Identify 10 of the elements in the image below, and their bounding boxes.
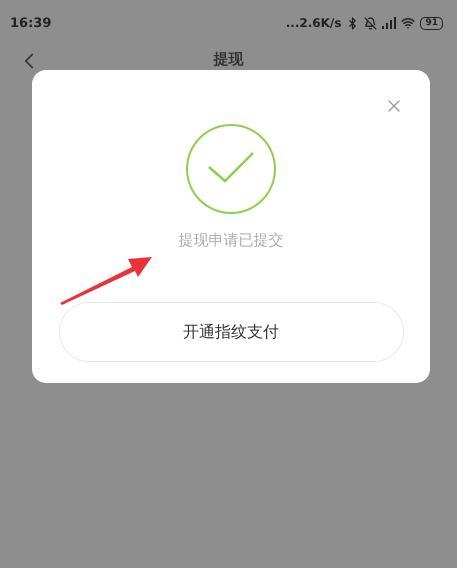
page-title: 提现 xyxy=(214,50,244,68)
status-message: 提现申请已提交 xyxy=(178,231,284,250)
alarm-off-icon xyxy=(364,16,378,30)
signal-icon xyxy=(382,17,396,29)
success-check-icon xyxy=(185,123,277,215)
fingerprint-pay-button[interactable]: 开通指纹支付 xyxy=(58,302,404,362)
network-speed: ...2.6K/s xyxy=(286,16,342,30)
battery-level: 91 xyxy=(420,16,443,30)
wifi-icon xyxy=(401,16,416,30)
status-time: 16:39 xyxy=(10,16,52,30)
